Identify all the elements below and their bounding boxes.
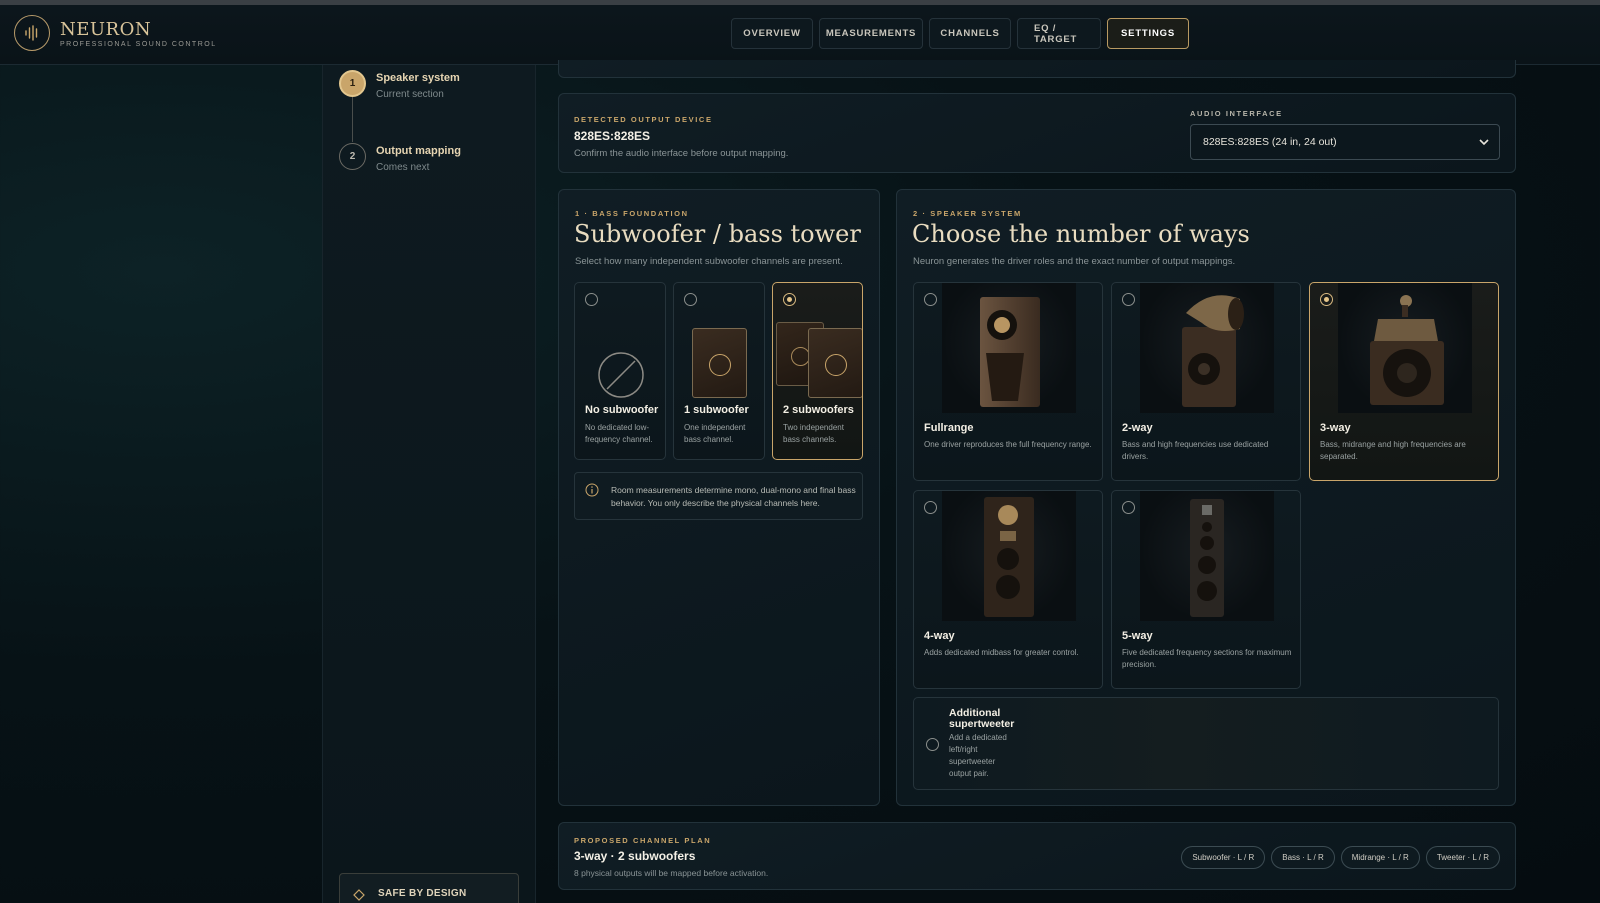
brand-name: NEURON (60, 19, 152, 40)
tab-channels[interactable]: CHANNELS (929, 18, 1011, 49)
bass-info-box: Room measurements determine mono, dual-m… (574, 472, 863, 520)
option-description: One independent bass channel. (684, 423, 746, 444)
four-way-speaker-image (942, 491, 1076, 621)
radio-4-way[interactable] (924, 501, 937, 514)
bass-info-text: Room measurements determine mono, dual-m… (611, 485, 856, 508)
option-title: 5-way (1122, 630, 1153, 642)
step-number: 1 (339, 70, 366, 97)
subwoofer-front-icon (808, 328, 862, 398)
chip-tweeter: Tweeter · L / R (1425, 846, 1500, 869)
option-description: Bass, midrange and high frequencies are … (1320, 440, 1466, 461)
tab-eq-target[interactable]: EQ / TARGET (1017, 18, 1101, 49)
safe-label: SAFE BY DESIGN (378, 888, 467, 899)
bass-eyebrow: 1 · BASS FOUNDATION (575, 209, 689, 218)
option-2-way[interactable]: 2-way Bass and high frequencies use dedi… (1111, 282, 1301, 481)
interface-label: AUDIO INTERFACE (1190, 109, 1283, 118)
option-no-subwoofer[interactable]: No subwoofer No dedicated low-frequency … (574, 282, 666, 460)
plan-eyebrow: PROPOSED CHANNEL PLAN (574, 836, 712, 845)
option-title: Fullrange (924, 422, 974, 434)
option-title: No subwoofer (585, 404, 659, 416)
option-1-subwoofer[interactable]: 1 subwoofer One independent bass channel… (673, 282, 765, 460)
channel-plan-panel: PROPOSED CHANNEL PLAN 3-way · 2 subwoofe… (558, 822, 1516, 890)
radio-no-subwoofer[interactable] (585, 293, 598, 306)
device-hint: Confirm the audio interface before outpu… (574, 148, 789, 159)
option-5-way[interactable]: 5-way Five dedicated frequency sections … (1111, 490, 1301, 689)
chip-bass: Bass · L / R (1271, 846, 1335, 869)
radio-1-subwoofer[interactable] (684, 293, 697, 306)
step-title: Output mapping (376, 145, 461, 157)
option-title: 2 subwoofers (783, 404, 854, 416)
step-subtitle: Comes next (376, 162, 430, 173)
chevron-down-icon (1479, 139, 1489, 146)
option-4-way[interactable]: 4-way Adds dedicated midbass for greater… (913, 490, 1103, 689)
checkbox-supertweeter[interactable] (926, 738, 939, 751)
step-subtitle: Current section (376, 89, 444, 100)
plan-summary: 8 physical outputs will be mapped before… (574, 868, 769, 878)
device-eyebrow: DETECTED OUTPUT DEVICE (574, 115, 713, 124)
speaker-system-panel: 2 · SPEAKER SYSTEM Choose the number of … (896, 189, 1516, 806)
chip-subwoofer: Subwoofer · L / R (1181, 846, 1266, 869)
radio-3-way[interactable] (1320, 293, 1333, 306)
speaker-title: Choose the number of ways (912, 220, 1250, 248)
radio-2-subwoofers[interactable] (783, 293, 796, 306)
option-fullrange[interactable]: Fullrange One driver reproduces the full… (913, 282, 1103, 481)
subwoofer-icon (692, 328, 747, 398)
option-title: 1 subwoofer (684, 404, 749, 416)
no-subwoofer-icon (598, 352, 644, 398)
speaker-eyebrow: 2 · SPEAKER SYSTEM (913, 209, 1022, 218)
radio-2-way[interactable] (1122, 293, 1135, 306)
step-connector (352, 97, 353, 142)
option-description: Two independent bass channels. (783, 423, 844, 444)
option-description: Add a dedicated left/right supertweeter … (949, 733, 1007, 778)
option-title: 2-way (1122, 422, 1153, 434)
option-supertweeter[interactable]: Additional supertweeter Add a dedicated … (913, 697, 1499, 790)
option-description: Adds dedicated midbass for greater contr… (924, 648, 1079, 657)
bass-title: Subwoofer / bass tower (574, 220, 861, 248)
option-title: 4-way (924, 630, 955, 642)
plan-title: 3-way · 2 subwoofers (574, 849, 696, 863)
option-description: Bass and high frequencies use dedicated … (1122, 440, 1269, 461)
sidebar: 1 Speaker system Current section 2 Outpu… (322, 65, 536, 903)
tab-overview[interactable]: OVERVIEW (731, 18, 813, 49)
safe-by-design-box: SAFE BY DESIGN (339, 873, 519, 903)
step-title: Speaker system (376, 72, 460, 84)
detected-device-panel: DETECTED OUTPUT DEVICE 828ES:828ES Confi… (558, 93, 1516, 173)
option-title: Additional supertweeter (949, 707, 1015, 730)
option-description: No dedicated low-frequency channel. (585, 423, 653, 444)
five-way-speaker-image (1140, 491, 1274, 621)
brand-tagline: PROFESSIONAL SOUND CONTROL (60, 41, 217, 48)
device-name: 828ES:828ES (574, 129, 651, 143)
option-description: Five dedicated frequency sections for ma… (1122, 648, 1292, 669)
three-way-speaker-image (1338, 283, 1472, 413)
radio-5-way[interactable] (1122, 501, 1135, 514)
diamond-icon (353, 889, 365, 901)
previous-section-panel (558, 60, 1516, 78)
step-output-mapping[interactable]: 2 Output mapping Comes next (339, 143, 461, 173)
audio-interface-select[interactable]: 828ES:828ES (24 in, 24 out) (1190, 124, 1500, 160)
two-way-speaker-image (1140, 283, 1274, 413)
fullrange-speaker-image (942, 283, 1076, 413)
plan-chips: Subwoofer · L / R Bass · L / R Midrange … (1181, 846, 1500, 869)
step-speaker-system[interactable]: 1 Speaker system Current section (339, 70, 460, 100)
speaker-description: Neuron generates the driver roles and th… (913, 256, 1236, 267)
bass-foundation-panel: 1 · BASS FOUNDATION Subwoofer / bass tow… (558, 189, 880, 806)
top-bar: NEURON PROFESSIONAL SOUND CONTROL OVERVI… (0, 5, 1600, 65)
option-3-way[interactable]: 3-way Bass, midrange and high frequencie… (1309, 282, 1499, 481)
chip-midrange: Midrange · L / R (1340, 846, 1420, 869)
neuron-logo-icon (14, 15, 50, 51)
option-2-subwoofers[interactable]: 2 subwoofers Two independent bass channe… (772, 282, 863, 460)
audio-interface-value: 828ES:828ES (24 in, 24 out) (1203, 136, 1337, 148)
bass-description: Select how many independent subwoofer ch… (575, 256, 843, 267)
option-title: 3-way (1320, 422, 1351, 434)
radio-fullrange[interactable] (924, 293, 937, 306)
main-nav: OVERVIEW MEASUREMENTS CHANNELS EQ / TARG… (731, 18, 1189, 49)
tab-settings[interactable]: SETTINGS (1107, 18, 1189, 49)
tab-measurements[interactable]: MEASUREMENTS (819, 18, 923, 49)
info-icon (585, 483, 599, 497)
option-description: One driver reproduces the full frequency… (924, 440, 1092, 449)
step-number: 2 (339, 143, 366, 170)
